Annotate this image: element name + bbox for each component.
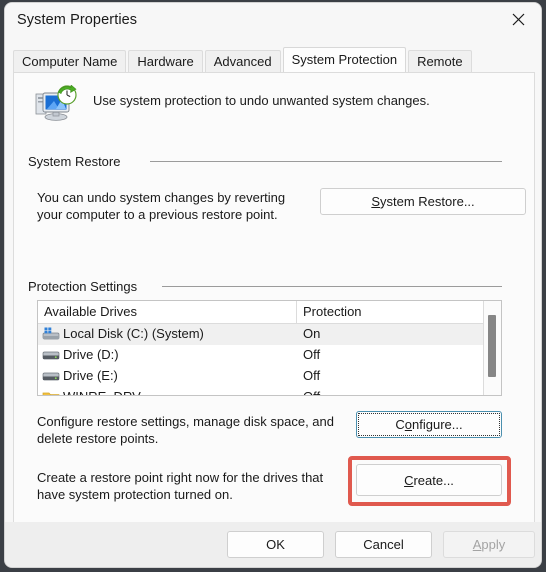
create-button[interactable]: Create... [356,464,502,496]
protection-settings-rule [162,286,502,287]
tab-hardware[interactable]: Hardware [128,50,203,72]
drive-icon [42,348,60,363]
folder-drive-glyph [42,392,60,395]
system-restore-button-label: System Restore... [371,194,474,209]
system-protection-icon [34,84,78,125]
configure-description-line1: Configure restore settings, manage disk … [37,414,335,429]
drive-name: WINRE_DRV [63,389,141,395]
system-properties-window: System Properties Computer Name Hardware… [4,2,542,568]
protection-settings-legend: Protection Settings [28,279,145,294]
cancel-button[interactable]: Cancel [335,531,432,558]
title-bar: System Properties [5,3,541,43]
available-drives-list[interactable]: Available Drives Protection Local Disk (… [37,300,502,396]
configure-button-rest: nfigure... [412,417,463,432]
system-restore-description-line1: You can undo system changes by reverting [37,190,286,205]
system-restore-button[interactable]: System Restore... [320,188,526,215]
system-restore-accel: S [371,194,381,209]
folder-drive-icon [42,390,60,395]
close-glyph [512,13,524,25]
create-description-line2: have system protection turned on. [37,487,233,502]
apply-button-label: Apply [473,537,506,552]
tab-remote[interactable]: Remote [408,50,472,72]
drive-protection: Off [303,368,321,383]
configure-button-label: Configure... [395,417,463,432]
drive-name: Drive (E:) [63,368,118,383]
system-restore-legend: System Restore [28,154,128,169]
drive-name: Local Disk (C:) (System) [63,326,204,341]
drive-protection: On [303,326,321,341]
tab-advanced[interactable]: Advanced [204,50,281,72]
system-drive-icon [42,327,60,342]
configure-accel: o [404,417,413,432]
create-button-label: Create... [404,473,454,488]
tab-strip: Computer Name Hardware Advanced System P… [13,47,541,72]
column-divider [296,301,297,323]
system-protection-glyph [35,84,77,121]
apply-button-rest: pply [481,537,506,552]
system-restore-description: You can undo system changes by reverting… [37,189,285,223]
create-button-rest: reate... [413,472,454,488]
system-drive-glyph [42,327,60,340]
table-row[interactable]: Drive (D:) Off [38,345,501,366]
drive-glyph [42,372,60,381]
list-scrollbar[interactable] [483,301,501,395]
scrollbar-thumb[interactable] [488,315,496,377]
system-protection-panel: Use system protection to undo unwanted s… [13,72,535,524]
close-icon[interactable] [495,3,541,35]
drive-icon [42,369,60,384]
panel-header-description: Use system protection to undo unwanted s… [93,93,430,108]
system-restore-description-line2: your computer to a previous restore poin… [37,207,278,222]
drive-protection: Off [303,347,321,362]
table-row[interactable]: Local Disk (C:) (System) On [38,324,501,345]
list-header: Available Drives Protection [38,301,501,324]
tab-system-protection[interactable]: System Protection [282,47,407,72]
create-description-line1: Create a restore point right now for the… [37,470,324,485]
column-header-available-drives: Available Drives [44,304,137,319]
create-description: Create a restore point right now for the… [37,469,323,503]
drive-glyph [42,351,60,360]
ok-button[interactable]: OK [227,531,324,558]
panel-header: Use system protection to undo unwanted s… [28,83,520,129]
dialog-footer: OK Cancel Apply [5,522,541,567]
apply-button[interactable]: Apply [443,531,535,558]
tab-computer-name[interactable]: Computer Name [13,50,127,72]
configure-description-line2: delete restore points. [37,431,159,446]
configure-button[interactable]: Configure... [356,411,502,438]
system-restore-button-rest: ystem Restore... [380,194,475,209]
drive-protection: Off [303,389,320,395]
configure-description: Configure restore settings, manage disk … [37,413,334,447]
system-restore-rule [150,161,502,162]
table-row[interactable]: WINRE_DRV Off [38,387,501,395]
drive-name: Drive (D:) [63,347,119,362]
table-row[interactable]: Drive (E:) Off [38,366,501,387]
window-title: System Properties [17,12,138,28]
column-header-protection: Protection [303,304,362,319]
